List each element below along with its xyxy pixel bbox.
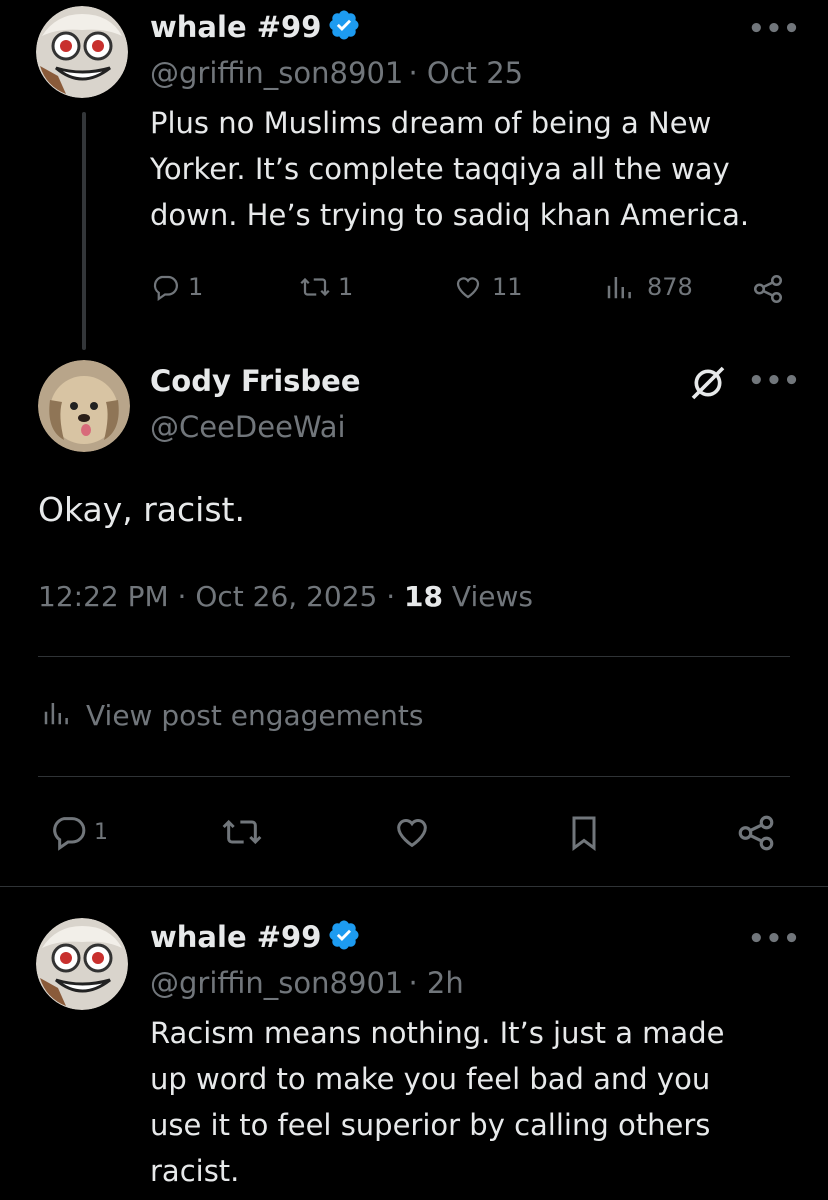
repost-button[interactable]: [218, 812, 266, 852]
repost-count: 1: [338, 273, 354, 301]
author-handle[interactable]: @griffin_son8901: [150, 56, 403, 90]
post-timestamp[interactable]: 12:22 PM · Oct 26, 2025 ·: [38, 580, 395, 613]
engagements-label: View post engagements: [86, 698, 424, 732]
verified-badge-icon: [327, 918, 361, 956]
divider: [0, 886, 828, 887]
repost-icon: [218, 812, 266, 852]
post-time[interactable]: · Oct 25: [408, 56, 523, 90]
post-text: Plus no Muslims dream of being a New Yor…: [150, 106, 750, 232]
repost-icon: [298, 272, 332, 302]
views-label: Views: [451, 580, 533, 613]
reply-button[interactable]: 1: [48, 812, 108, 852]
like-icon: [452, 272, 484, 302]
divider: [38, 776, 790, 777]
engagements-icon: [40, 698, 72, 732]
author-handle[interactable]: @CeeDeeWai: [150, 410, 346, 444]
reply-icon: [150, 272, 180, 302]
avatar-whale[interactable]: [36, 918, 128, 1010]
reply-count: 1: [94, 819, 108, 845]
author-name[interactable]: whale #99: [150, 920, 321, 954]
bookmark-button[interactable]: [564, 810, 604, 856]
reply-count: 1: [188, 273, 204, 301]
share-button[interactable]: [734, 812, 778, 854]
author-handle[interactable]: @griffin_son8901: [150, 966, 403, 1000]
share-button[interactable]: [750, 272, 786, 306]
author-name[interactable]: whale #99: [150, 10, 321, 44]
like-count: 11: [492, 273, 523, 301]
post-time[interactable]: · 2h: [408, 966, 463, 1000]
post-text: Okay, racist.: [38, 490, 245, 529]
like-button[interactable]: 11: [452, 272, 523, 302]
author-name[interactable]: Cody Frisbee: [150, 364, 361, 398]
more-icon[interactable]: •••: [748, 924, 801, 954]
views-icon: [603, 272, 635, 302]
thread-line: [82, 112, 86, 350]
share-icon: [750, 272, 786, 306]
bookmark-icon: [564, 810, 604, 856]
more-icon[interactable]: •••: [748, 366, 801, 396]
repost-button[interactable]: 1: [298, 272, 353, 302]
avatar-whale[interactable]: [36, 6, 128, 98]
divider: [38, 656, 790, 657]
reply-icon: [48, 812, 88, 852]
views-button[interactable]: 878: [603, 272, 693, 302]
post-text: Racism means nothing. It’s just a made u…: [150, 1016, 725, 1188]
grok-icon[interactable]: [688, 363, 728, 407]
share-icon: [734, 812, 778, 854]
more-icon[interactable]: •••: [748, 14, 801, 44]
views-count: 18: [404, 580, 444, 613]
like-button[interactable]: [390, 812, 434, 852]
view-post-engagements[interactable]: View post engagements: [40, 698, 423, 732]
reply-button[interactable]: 1: [150, 272, 203, 302]
views-count: 878: [647, 273, 693, 301]
like-icon: [390, 812, 434, 852]
verified-badge-icon: [327, 8, 361, 46]
avatar-cody[interactable]: [38, 360, 130, 452]
